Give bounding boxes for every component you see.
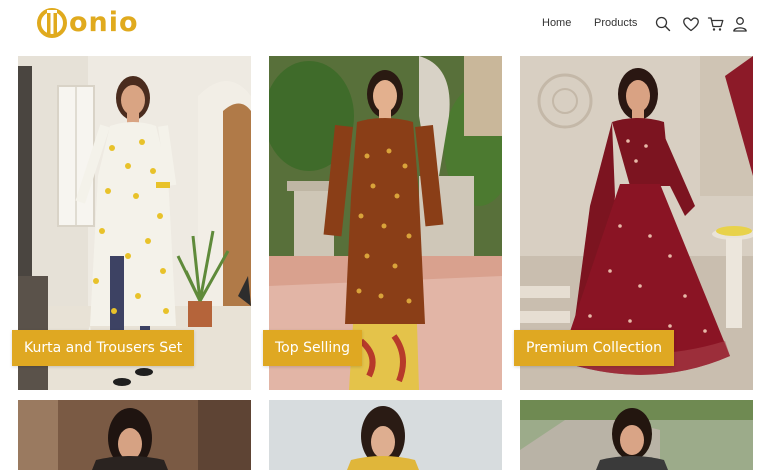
nav-home-link[interactable]: Home <box>542 17 571 29</box>
search-icon[interactable] <box>654 15 672 33</box>
category-label-kurta-trousers[interactable]: Kurta and Trousers Set <box>12 330 195 366</box>
brand-name: onio <box>69 7 139 38</box>
nav-products-link[interactable]: Products <box>594 17 637 29</box>
product-photo-row2-3 <box>520 400 753 470</box>
monogram-logo-icon <box>37 8 67 38</box>
product-photo-row2-2 <box>269 400 502 470</box>
heart-icon[interactable] <box>682 15 700 33</box>
category-label-top-selling[interactable]: Top Selling <box>263 330 363 366</box>
site-header: onio Home Products <box>0 0 770 50</box>
brand-logo[interactable]: onio <box>36 6 139 40</box>
category-label-premium-collection[interactable]: Premium Collection <box>514 330 674 366</box>
category-tile-row2-1[interactable] <box>18 400 251 470</box>
product-photo-row2-1 <box>18 400 251 470</box>
cart-icon[interactable] <box>707 15 725 33</box>
category-tile-row2-2[interactable] <box>269 400 502 470</box>
user-icon[interactable] <box>731 15 749 33</box>
category-tile-row2-3[interactable] <box>520 400 753 470</box>
